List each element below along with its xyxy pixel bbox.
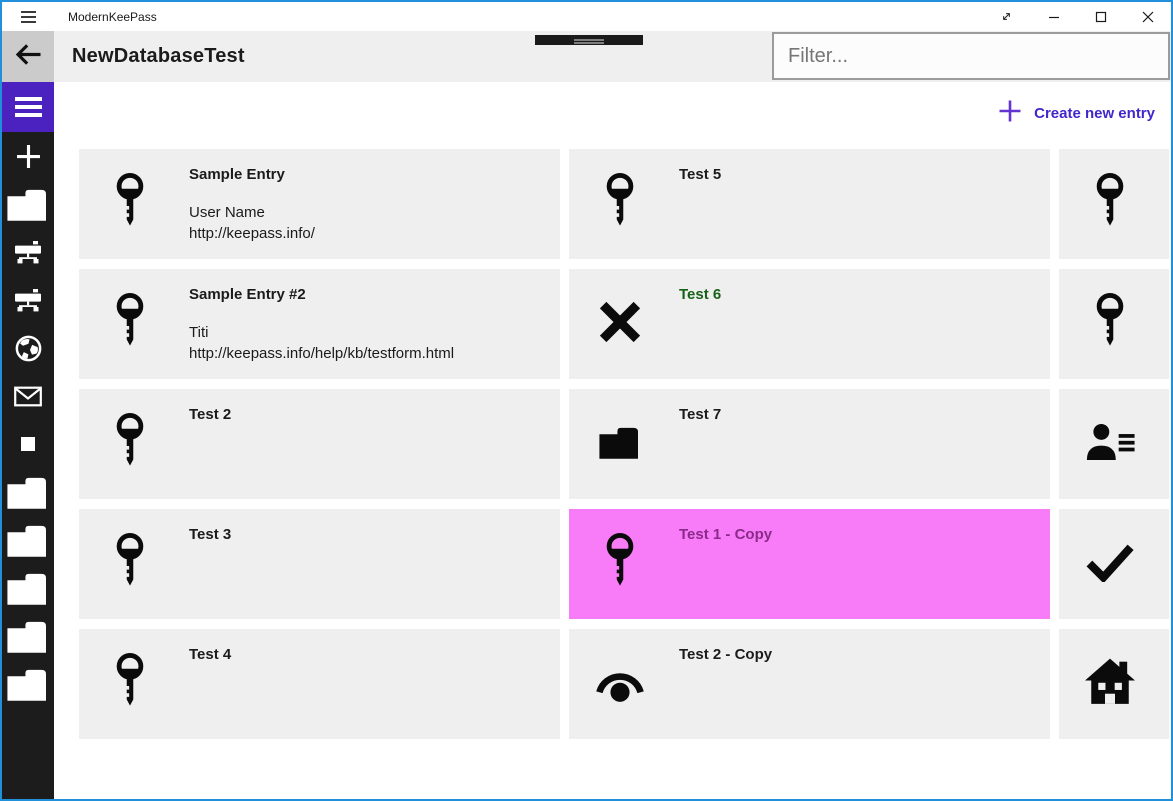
create-new-entry-button[interactable]: Create new entry: [998, 99, 1155, 128]
key-icon: [1093, 172, 1127, 236]
sidebar-item-9[interactable]: [2, 564, 54, 612]
eye-icon: [595, 661, 645, 708]
sidebar-item-7[interactable]: [2, 468, 54, 516]
entry-title: Test 5: [679, 166, 722, 183]
entry-subtitle: Titi http://keepass.info/help/kb/testform…: [189, 324, 455, 362]
home-icon: [1085, 658, 1135, 711]
key-icon: [113, 292, 147, 356]
entry-card[interactable]: [1059, 269, 1169, 379]
mail-icon: [14, 386, 42, 407]
title-bar: ModernKeePass: [2, 2, 1171, 31]
page-title: NewDatabaseTest: [72, 45, 245, 67]
entry-card[interactable]: Test 3: [79, 509, 560, 619]
close-button[interactable]: [1124, 2, 1171, 31]
entry-card[interactable]: [1059, 149, 1169, 259]
sidebar-item-4[interactable]: [2, 324, 54, 372]
folder-icon: [6, 666, 50, 702]
drag-handle-overlay: [535, 35, 643, 45]
sidebar: [2, 82, 54, 799]
entry-card[interactable]: Test 6: [569, 269, 1050, 379]
back-arrow-icon: [13, 41, 43, 73]
titlebar-menu-button[interactable]: [2, 2, 54, 31]
diag-arrow-icon: [1000, 10, 1013, 23]
close-icon: [1142, 11, 1154, 23]
back-button[interactable]: [2, 31, 54, 82]
entry-title: Test 4: [189, 646, 232, 663]
key-icon: [603, 532, 637, 596]
entry-card[interactable]: Test 1 - Copy: [569, 509, 1050, 619]
sidebar-item-8[interactable]: [2, 516, 54, 564]
hamburger-icon: [14, 97, 42, 117]
minimize-icon: [1048, 11, 1060, 23]
folder-icon: [6, 618, 50, 654]
plus-icon: [16, 144, 41, 169]
square-icon: [21, 437, 35, 451]
sidebar-item-6[interactable]: [2, 420, 54, 468]
maximize-icon: [1095, 11, 1107, 23]
folder-icon: [6, 474, 50, 510]
minimize-button[interactable]: [1030, 2, 1077, 31]
sidebar-item-1[interactable]: [2, 180, 54, 228]
create-new-entry-label: Create new entry: [1034, 105, 1155, 122]
sidebar-item-3[interactable]: [2, 276, 54, 324]
entry-card[interactable]: Test 5: [569, 149, 1050, 259]
sidebar-item-2[interactable]: [2, 228, 54, 276]
entry-card[interactable]: Test 7: [569, 389, 1050, 499]
key-icon: [113, 532, 147, 596]
sidebar-item-0[interactable]: [2, 132, 54, 180]
key-icon: [1093, 292, 1127, 356]
hamburger-icon: [20, 10, 36, 23]
check-icon: [1085, 542, 1135, 587]
fullscreen-button[interactable]: [983, 2, 1030, 31]
filter-input[interactable]: [772, 32, 1170, 80]
maximize-button[interactable]: [1077, 2, 1124, 31]
entry-title: Sample Entry #2: [189, 286, 306, 303]
sidebar-menu-button[interactable]: [2, 82, 54, 132]
folder-icon: [6, 570, 50, 606]
entry-card[interactable]: Sample Entry User Name http://keepass.info…: [79, 149, 560, 259]
folder-icon: [598, 424, 642, 465]
entry-title: Test 1 - Copy: [679, 526, 773, 543]
entry-title: Test 2 - Copy: [679, 646, 773, 663]
entry-card[interactable]: [1059, 629, 1169, 739]
main-content: Create new entry Sample Entry User Name ht…: [54, 82, 1169, 797]
entry-card[interactable]: [1059, 509, 1169, 619]
key-icon: [113, 652, 147, 716]
entry-card[interactable]: Test 4: [79, 629, 560, 739]
entry-subtitle: User Name http://keepass.info/: [189, 204, 315, 242]
key-icon: [113, 412, 147, 476]
entry-card[interactable]: [1059, 389, 1169, 499]
key-icon: [113, 172, 147, 236]
page-header: NewDatabaseTest: [2, 31, 1171, 82]
entry-card[interactable]: Sample Entry #2 Titi http://keepass.info/h…: [79, 269, 560, 379]
contact-icon: [1084, 423, 1136, 466]
cross-icon: [597, 299, 643, 350]
plus-icon: [998, 99, 1022, 128]
entry-title: Test 3: [189, 526, 232, 543]
sidebar-item-10[interactable]: [2, 612, 54, 660]
entry-title: Test 7: [679, 406, 722, 423]
entry-title: Test 2: [189, 406, 232, 423]
entry-title: Sample Entry: [189, 166, 285, 183]
app-window: ModernKeePass NewDatabaseTest Filter... …: [0, 0, 1173, 801]
window-controls: [983, 2, 1171, 31]
app-title: ModernKeePass: [68, 9, 157, 24]
folder-icon: [6, 522, 50, 558]
sidebar-item-11[interactable]: [2, 660, 54, 708]
entry-card[interactable]: Test 2 - Copy: [569, 629, 1050, 739]
drive-network-icon: [14, 288, 42, 312]
sidebar-item-5[interactable]: [2, 372, 54, 420]
entry-card[interactable]: Test 2: [79, 389, 560, 499]
drive-network-icon: [14, 240, 42, 264]
key-icon: [603, 172, 637, 236]
folder-icon: [6, 186, 50, 222]
entries-grid: Sample Entry User Name http://keepass.info…: [79, 149, 1169, 739]
globe-icon: [15, 335, 42, 362]
entry-title: Test 6: [679, 286, 722, 303]
